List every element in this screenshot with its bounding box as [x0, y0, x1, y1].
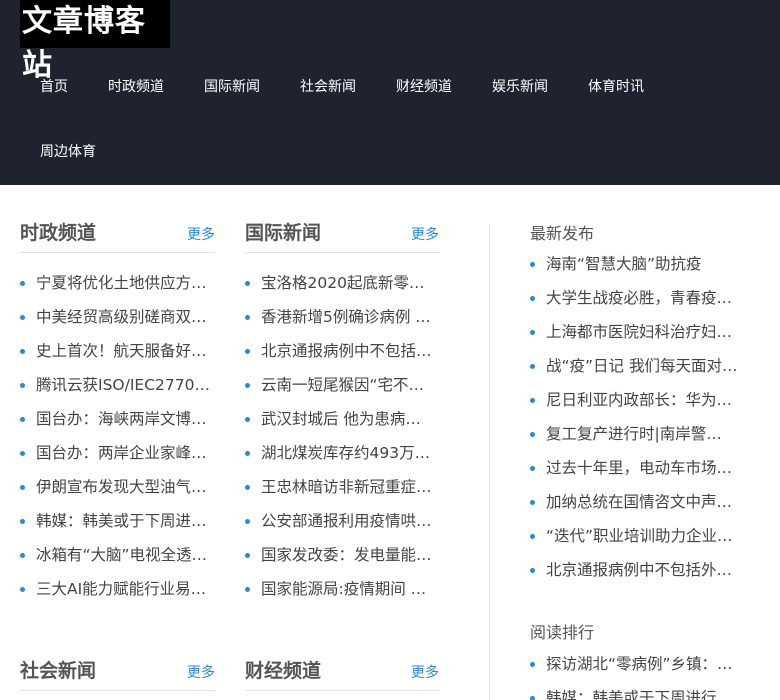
nav-item-politics[interactable]: 时政频道	[108, 77, 164, 97]
news-link[interactable]: 湖北煤炭库存约493万…	[261, 439, 441, 467]
bullet-icon	[530, 296, 535, 301]
bullet-icon	[530, 662, 535, 667]
bullet-icon	[20, 315, 25, 320]
bullet-icon	[245, 553, 250, 558]
nav-item-society[interactable]: 社会新闻	[300, 77, 356, 97]
section-title-society: 社会新闻	[20, 660, 97, 682]
news-link[interactable]: 公安部通报利用疫情哄…	[261, 507, 441, 535]
more-link-society[interactable]: 更多	[187, 663, 215, 683]
bullet-icon	[530, 568, 535, 573]
news-link[interactable]: 宁夏将优化土地供应方…	[36, 269, 216, 297]
bullet-icon	[530, 364, 535, 369]
bullet-icon	[20, 417, 25, 422]
news-link[interactable]: 腾讯云获ISO/IEC2770…	[36, 371, 216, 399]
more-link-finance[interactable]: 更多	[411, 663, 439, 683]
bullet-icon	[530, 262, 535, 267]
news-link[interactable]: 北京通报病例中不包括…	[261, 337, 441, 365]
bullet-icon	[530, 466, 535, 471]
bullet-icon	[20, 553, 25, 558]
news-link[interactable]: 三大AI能力赋能行业易…	[36, 575, 216, 603]
bullet-icon	[20, 519, 25, 524]
nav-item-sports[interactable]: 体育时讯	[588, 77, 644, 97]
sidebar-title-latest: 最新发布	[530, 224, 595, 243]
bullet-icon	[530, 696, 535, 700]
bullet-icon	[20, 451, 25, 456]
news-link[interactable]: 王忠林暗访非新冠重症…	[261, 473, 441, 501]
news-link[interactable]: 国台办：两岸企业家峰…	[36, 439, 216, 467]
news-link[interactable]: 宝洛格2020起底新零…	[261, 269, 441, 297]
news-link[interactable]: 加纳总统在国情咨文中声…	[546, 488, 741, 516]
bullet-icon	[245, 587, 250, 592]
bullet-icon	[245, 383, 250, 388]
news-link[interactable]: 史上首次！航天服备好…	[36, 337, 216, 365]
news-link[interactable]: 尼日利亚内政部长：华为…	[546, 386, 741, 414]
more-link-international[interactable]: 更多	[411, 225, 439, 245]
news-link[interactable]: 云南一短尾猴因“宅不…	[261, 371, 441, 399]
bullet-icon	[530, 330, 535, 335]
news-link[interactable]: 北京通报病例中不包括外…	[546, 556, 741, 584]
bullet-icon	[20, 485, 25, 490]
bullet-icon	[245, 349, 250, 354]
bullet-icon	[530, 500, 535, 505]
bullet-icon	[530, 398, 535, 403]
column-divider	[489, 224, 490, 700]
nav-item-entertainment[interactable]: 娱乐新闻	[492, 77, 548, 97]
news-link[interactable]: 大学生战疫必胜，青春疫…	[546, 284, 741, 312]
bullet-icon	[245, 315, 250, 320]
bullet-icon	[530, 432, 535, 437]
section-divider	[245, 252, 440, 253]
section-divider	[20, 690, 215, 691]
bullet-icon	[20, 383, 25, 388]
nav-item-local-sports[interactable]: 周边体育	[40, 142, 96, 162]
bullet-icon	[530, 534, 535, 539]
news-link[interactable]: 武汉封城后 他为患病…	[261, 405, 441, 433]
more-link-politics[interactable]: 更多	[187, 225, 215, 245]
news-link[interactable]: 探访湖北“零病例”乡镇：…	[546, 650, 741, 678]
bullet-icon	[245, 417, 250, 422]
news-link[interactable]: 上海都市医院妇科治疗妇…	[546, 318, 741, 346]
news-link[interactable]: 国家能源局:疫情期间 …	[261, 575, 441, 603]
news-link[interactable]: 韩媒：韩美或于下周进…	[36, 507, 216, 535]
news-link[interactable]: “迭代”职业培训助力企业…	[546, 522, 741, 550]
bullet-icon	[20, 349, 25, 354]
bullet-icon	[20, 281, 25, 286]
news-link[interactable]: 伊朗宣布发现大型油气…	[36, 473, 216, 501]
bullet-icon	[245, 451, 250, 456]
news-link[interactable]: 国家发改委：发电量能…	[261, 541, 441, 569]
nav-item-home[interactable]: 首页	[40, 77, 68, 97]
news-link[interactable]: 战“疫”日记 我们每天面对…	[546, 352, 741, 380]
news-link[interactable]: 过去十年里，电动车市场…	[546, 454, 741, 482]
section-title-politics: 时政频道	[20, 222, 97, 244]
news-link[interactable]: 复工复产进行时|南岸警…	[546, 420, 741, 448]
section-title-finance: 财经频道	[245, 660, 322, 682]
sidebar-title-ranking: 阅读排行	[530, 623, 595, 642]
bullet-icon	[245, 281, 250, 286]
news-link[interactable]: 香港新增5例确诊病例 …	[261, 303, 441, 331]
section-divider	[20, 252, 215, 253]
nav-item-finance[interactable]: 财经频道	[396, 77, 452, 97]
section-divider	[245, 690, 440, 691]
section-title-international: 国际新闻	[245, 222, 322, 244]
news-link[interactable]: 韩媒：韩美或于下周进行…	[546, 684, 741, 700]
site-header: 文章博客站 首页 时政频道 国际新闻 社会新闻 财经频道 娱乐新闻 体育时讯 周…	[0, 0, 780, 185]
news-link[interactable]: 海南“智慧大脑”助抗疫	[546, 250, 741, 278]
bullet-icon	[245, 485, 250, 490]
news-link[interactable]: 国台办：海峡两岸文博…	[36, 405, 216, 433]
news-link[interactable]: 冰箱有“大脑”电视全透…	[36, 541, 216, 569]
bullet-icon	[20, 587, 25, 592]
site-logo[interactable]: 文章博客站	[20, 0, 170, 83]
news-link[interactable]: 中美经贸高级别磋商双…	[36, 303, 216, 331]
bullet-icon	[245, 519, 250, 524]
nav-item-international[interactable]: 国际新闻	[204, 77, 260, 97]
